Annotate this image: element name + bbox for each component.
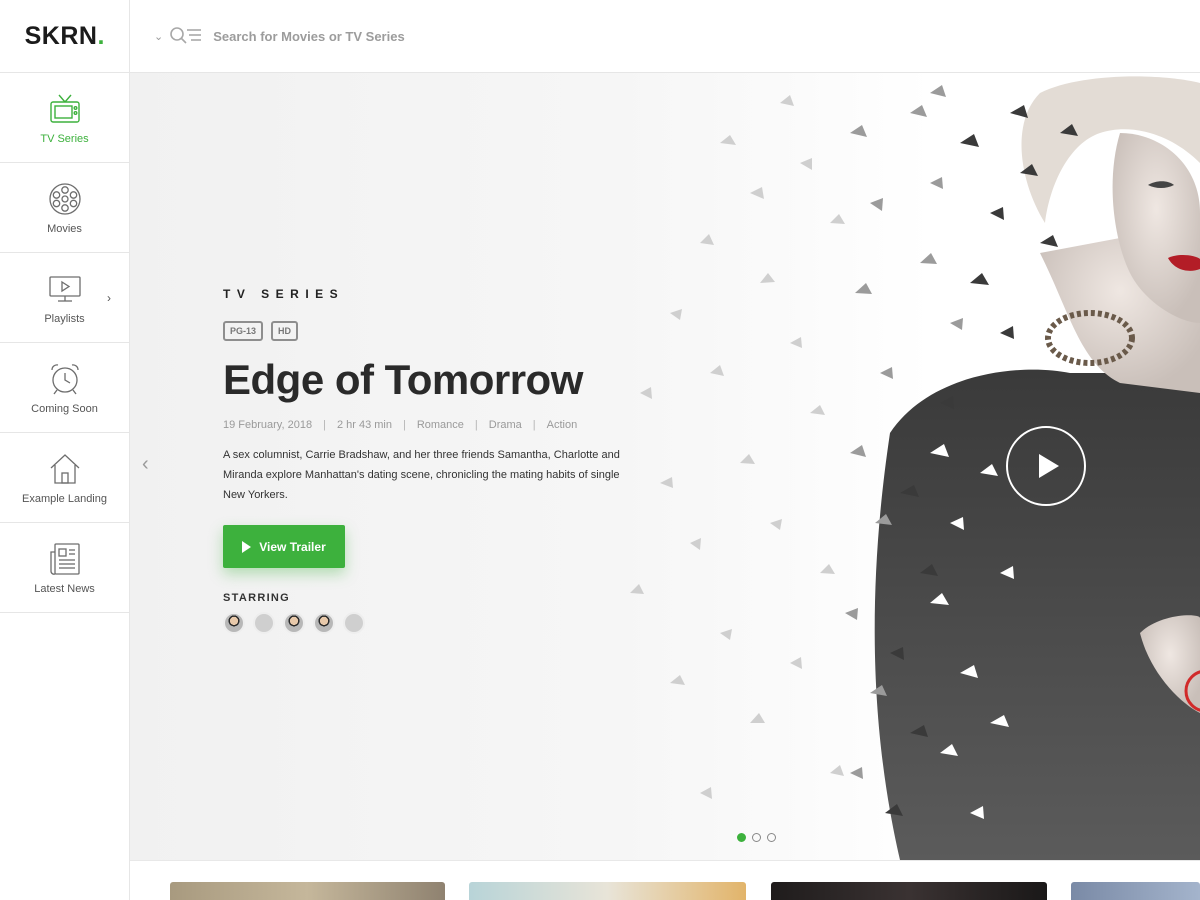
genre-action[interactable]: Action — [547, 419, 578, 431]
sidebar-item-label: Coming Soon — [31, 402, 98, 415]
genre-drama[interactable]: Drama — [489, 419, 522, 431]
content-thumbnail[interactable] — [771, 882, 1047, 900]
hero-category: TV SERIES — [223, 287, 345, 301]
newspaper-icon — [47, 541, 83, 577]
sidebar-item-example-landing[interactable]: Example Landing — [0, 433, 129, 523]
slider-dot[interactable] — [767, 833, 776, 842]
hero-meta: 19 February, 2018 | 2 hr 43 min | Romanc… — [223, 419, 643, 431]
meta-separator: | — [402, 419, 406, 432]
sidebar-item-label: Latest News — [34, 582, 95, 595]
view-trailer-button[interactable]: View Trailer — [223, 525, 345, 569]
cast-avatar[interactable] — [313, 612, 335, 635]
brand-dot: . — [97, 21, 105, 50]
top-header: ⌄ — [130, 0, 1200, 73]
sidebar-item-label: Playlists — [44, 312, 85, 325]
sidebar-item-label: Example Landing — [21, 492, 107, 505]
monitor-play-icon — [47, 271, 83, 307]
cast-avatar[interactable] — [343, 612, 365, 635]
alarm-clock-icon — [47, 361, 83, 397]
chevron-left-icon[interactable]: ‹ — [142, 453, 149, 476]
app-window: SKRN. TV Series Movies Playlists › Comin… — [0, 0, 1200, 900]
film-reel-icon — [47, 181, 83, 217]
sidebar-item-label: TV Series — [40, 132, 89, 145]
play-icon — [1039, 454, 1059, 478]
search-input[interactable] — [213, 28, 614, 44]
search-icon[interactable] — [169, 24, 203, 48]
sidebar-item-tv-series[interactable]: TV Series — [0, 73, 129, 163]
content-thumbnail[interactable] — [1071, 882, 1200, 900]
cast-avatar[interactable] — [283, 612, 305, 635]
view-trailer-label: View Trailer — [259, 539, 326, 554]
slider-dot[interactable] — [737, 833, 746, 842]
sidebar-item-label: Movies — [47, 222, 82, 235]
runtime: 2 hr 43 min — [336, 419, 392, 432]
hero-description: A sex columnist, Carrie Bradshaw, and he… — [223, 449, 620, 502]
sidebar-item-coming-soon[interactable]: Coming Soon — [0, 343, 129, 433]
content-carousel — [130, 860, 1200, 900]
genre-romance[interactable]: Romance — [417, 419, 464, 431]
hero-badges: PG-13 HD — [223, 321, 643, 341]
meta-separator: | — [474, 419, 478, 432]
cast-avatar[interactable] — [223, 612, 245, 635]
chevron-down-icon[interactable]: ⌄ — [154, 30, 163, 43]
starring-label: STARRING — [223, 592, 291, 605]
brand-name: SKRN — [24, 21, 98, 50]
hero-title: Edge of Tomorrow — [223, 356, 583, 403]
rating-badge: PG-13 — [223, 321, 264, 341]
quality-badge: HD — [271, 321, 299, 341]
meta-separator: | — [532, 419, 536, 432]
sidebar-item-playlists[interactable]: Playlists › — [0, 253, 129, 343]
sidebar: SKRN. TV Series Movies Playlists › Comin… — [0, 0, 130, 900]
cast-list — [223, 612, 643, 635]
meta-separator: | — [323, 419, 326, 432]
slider-pagination — [737, 833, 776, 842]
tv-icon — [47, 91, 83, 127]
home-icon — [47, 451, 83, 487]
slider-dot[interactable] — [752, 833, 761, 842]
release-date: 19 February, 2018 — [223, 419, 313, 432]
play-video-button[interactable] — [1006, 426, 1086, 506]
hero-background-image — [630, 76, 1200, 860]
sidebar-item-movies[interactable]: Movies — [0, 163, 129, 253]
hero-content: TV SERIES PG-13 HD Edge of Tomorrow 19 F… — [223, 287, 643, 635]
cast-avatar[interactable] — [253, 612, 275, 635]
brand-logo[interactable]: SKRN. — [0, 0, 129, 73]
chevron-right-icon: › — [107, 291, 111, 305]
content-thumbnail[interactable] — [469, 882, 746, 900]
sidebar-item-latest-news[interactable]: Latest News — [0, 523, 129, 613]
content-thumbnail[interactable] — [170, 882, 445, 900]
play-icon — [242, 540, 252, 553]
hero-slider: ‹ TV SERIES PG-13 HD Edge of Tomorrow 19… — [130, 73, 1200, 860]
